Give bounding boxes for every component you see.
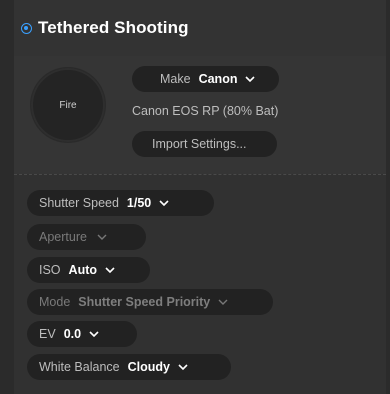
white-balance-dropdown[interactable]: White Balance Cloudy [27,354,231,380]
import-settings-button[interactable]: Import Settings... [132,131,277,157]
ev-dropdown[interactable]: EV 0.0 [27,321,137,347]
ev-value: 0.0 [63,327,82,341]
tethered-shooting-panel: Tethered Shooting Fire Make Canon Canon … [14,0,386,394]
aperture-label: Aperture [39,230,87,244]
panel-header: Tethered Shooting [14,0,386,56]
make-label: Make [160,72,191,86]
chevron-down-icon [245,76,256,83]
white-balance-label: White Balance [39,360,120,374]
chevron-down-icon [97,234,107,240]
white-balance-value: Cloudy [127,360,170,374]
chevron-down-icon [178,364,188,371]
shutter-speed-value: 1/50 [126,196,152,210]
mode-label: Mode [39,295,71,309]
chevron-down-icon [159,200,169,207]
make-dropdown[interactable]: Make Canon [132,66,279,92]
iso-dropdown[interactable]: ISO Auto [27,257,150,283]
panel-title: Tethered Shooting [38,18,189,37]
make-value: Canon [198,72,238,86]
import-settings-label: Import Settings... [152,137,247,151]
radio-on-icon[interactable] [21,23,32,34]
chevron-down-icon [89,331,99,338]
iso-value: Auto [68,263,98,277]
mode-value: Shutter Speed Priority [78,295,211,309]
chevron-down-icon [105,267,115,274]
aperture-dropdown[interactable]: Aperture [27,224,146,250]
ev-label: EV [39,327,56,341]
camera-status: Canon EOS RP (80% Bat) [132,104,279,118]
fire-button[interactable]: Fire [31,68,105,142]
shutter-speed-dropdown[interactable]: Shutter Speed 1/50 [27,190,214,216]
fire-button-label: Fire [59,99,77,111]
chevron-down-icon [218,299,228,305]
iso-label: ISO [39,263,61,277]
shutter-speed-label: Shutter Speed [39,196,119,210]
mode-dropdown: Mode Shutter Speed Priority [27,289,273,315]
